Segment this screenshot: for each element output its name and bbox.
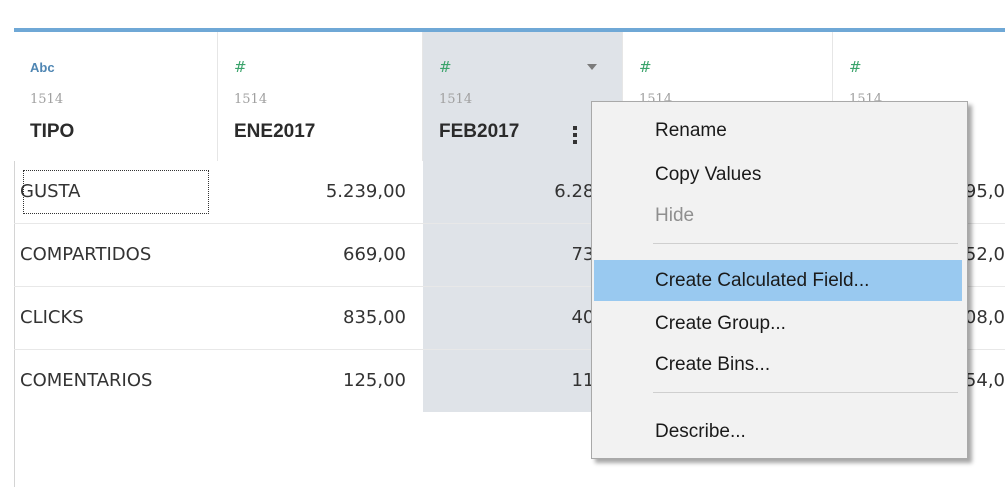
menu-item-hide: Hide bbox=[655, 205, 695, 226]
number-type-icon[interactable]: # bbox=[639, 58, 652, 76]
menu-item-create-group[interactable]: Create Group... bbox=[594, 303, 962, 344]
column-name: TIPO bbox=[30, 121, 75, 142]
menu-divider bbox=[653, 243, 958, 244]
column-header-ene2017[interactable]: # 1514 ENE2017 bbox=[218, 28, 423, 161]
menu-item-copy-values[interactable]: Copy Values bbox=[594, 154, 962, 195]
number-type-icon[interactable]: # bbox=[234, 58, 247, 76]
column-name: FEB2017 bbox=[439, 121, 520, 142]
table-cell-ene2017[interactable]: 125,00 bbox=[218, 350, 423, 412]
table-cell-tipo[interactable]: COMENTARIOS bbox=[14, 350, 218, 412]
table-cell-ene2017[interactable]: 669,00 bbox=[218, 224, 423, 286]
menu-item-create-bins[interactable]: Create Bins... bbox=[594, 344, 962, 385]
number-type-icon[interactable]: # bbox=[849, 58, 862, 76]
menu-item-create-calculated-field[interactable]: Create Calculated Field... bbox=[594, 260, 962, 301]
table-cell-ene2017[interactable]: 835,00 bbox=[218, 287, 423, 349]
string-type-icon[interactable]: Abc bbox=[30, 59, 55, 77]
chevron-down-icon[interactable] bbox=[587, 64, 597, 70]
table-cell-ene2017[interactable]: 5.239,00 bbox=[218, 161, 423, 223]
column-context-menu: Rename Copy Values Hide Create Calculate… bbox=[591, 101, 968, 459]
column-count: 1514 bbox=[439, 92, 473, 107]
more-options-icon[interactable] bbox=[573, 126, 579, 144]
column-header-tipo[interactable]: Abc 1514 TIPO bbox=[14, 28, 218, 161]
column-count: 1514 bbox=[234, 92, 268, 107]
table-cell-tipo[interactable]: GUSTA bbox=[14, 161, 218, 223]
menu-item-rename[interactable]: Rename bbox=[594, 110, 962, 151]
number-type-icon[interactable]: # bbox=[439, 58, 452, 76]
table-cell-tipo[interactable]: CLICKS bbox=[14, 287, 218, 349]
table-cell-tipo[interactable]: COMPARTIDOS bbox=[14, 224, 218, 286]
column-count: 1514 bbox=[30, 92, 64, 107]
column-name: ENE2017 bbox=[234, 121, 316, 142]
menu-item-describe[interactable]: Describe... bbox=[594, 411, 962, 452]
menu-divider bbox=[653, 392, 958, 393]
